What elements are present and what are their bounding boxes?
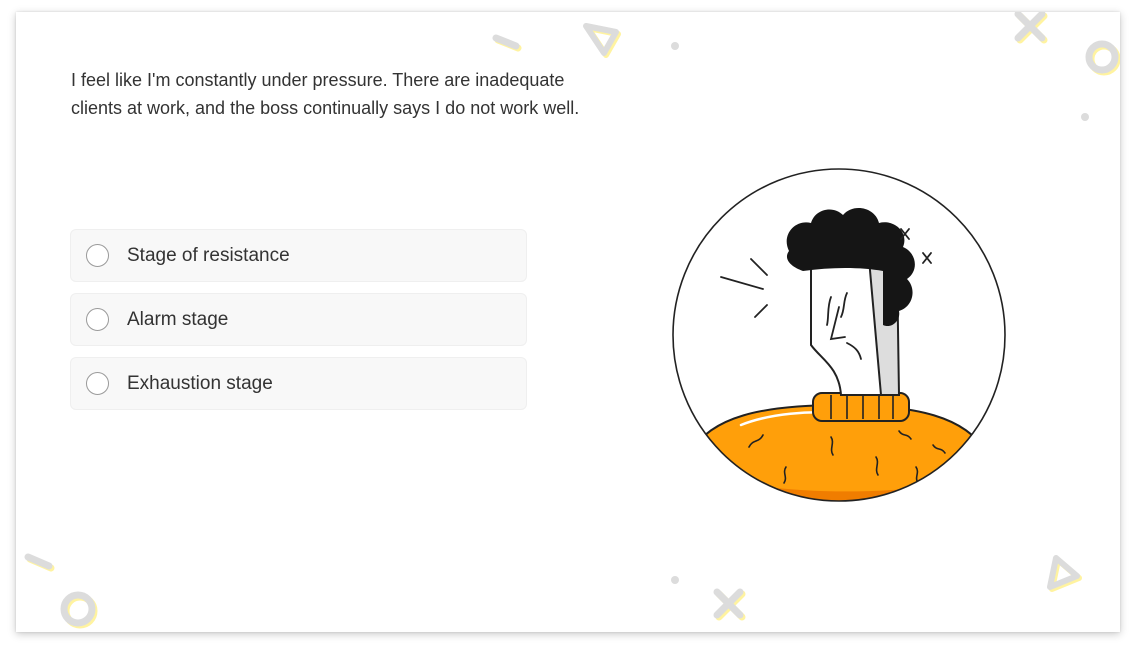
option-label: Stage of resistance: [127, 245, 290, 266]
dot-decoration-top: [671, 42, 679, 50]
quiz-slide: I feel like I'm constantly under pressur…: [16, 12, 1120, 632]
radio-button[interactable]: [86, 372, 109, 395]
radio-button[interactable]: [86, 244, 109, 267]
dot-decoration-right: [1081, 113, 1089, 121]
dash-decoration-top: [492, 34, 522, 52]
option-label: Exhaustion stage: [127, 373, 273, 394]
option-exhaustion-stage[interactable]: Exhaustion stage: [70, 357, 527, 410]
triangle-decoration-top: [583, 23, 621, 58]
triangle-decoration-bottom-right: [1047, 555, 1082, 592]
answer-options: Stage of resistance Alarm stage Exhausti…: [70, 229, 527, 421]
sweater-collar: [812, 392, 910, 422]
option-stage-of-resistance[interactable]: Stage of resistance: [70, 229, 527, 282]
option-alarm-stage[interactable]: Alarm stage: [70, 293, 527, 346]
ring-decoration-bottom-left: [60, 591, 98, 629]
ring-decoration-top-right: [1085, 40, 1120, 76]
stressed-person-illustration: [672, 168, 1006, 502]
cross-decoration-bottom: [713, 588, 746, 621]
dot-decoration-bottom: [671, 576, 679, 584]
radio-button[interactable]: [86, 308, 109, 331]
question-text: I feel like I'm constantly under pressur…: [71, 70, 580, 118]
option-label: Alarm stage: [127, 309, 229, 330]
dash-decoration-bottom-left: [24, 553, 55, 572]
cross-decoration-top-right: [1014, 12, 1048, 44]
